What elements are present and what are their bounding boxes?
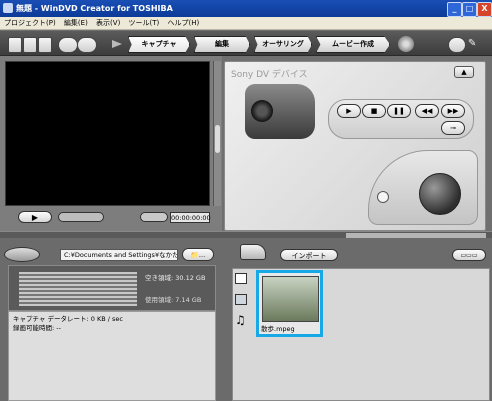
- toolbar: キャプチャ 編集 オーサリング ムービー作成 ✎: [0, 31, 492, 56]
- tab-authoring[interactable]: オーサリング: [254, 36, 312, 53]
- menu-tools[interactable]: ツール(T): [129, 19, 160, 27]
- device-title: Sony DV デバイス: [231, 70, 308, 80]
- used-space-label: 使用領域: 7.14 GB: [145, 296, 202, 304]
- window-title: 無題 - WinDVD Creator for TOSHIBA: [16, 4, 173, 13]
- title-bar: 無題 - WinDVD Creator for TOSHIBA _ □ X: [0, 0, 492, 17]
- image-filter-icon[interactable]: [235, 294, 247, 305]
- video-filter-icon[interactable]: [235, 273, 247, 284]
- device-record-button[interactable]: ⊸: [441, 121, 465, 135]
- tab-make-movie[interactable]: ムービー作成: [316, 36, 390, 53]
- device-stop-button[interactable]: ■: [362, 104, 386, 118]
- device-forward-button[interactable]: ▶▶: [441, 104, 465, 118]
- tab-edit[interactable]: 編集: [194, 36, 250, 53]
- audio-filter-icon[interactable]: ♫: [235, 313, 247, 327]
- close-button[interactable]: X: [477, 2, 492, 17]
- panel-divider: [0, 231, 492, 238]
- view-mode-button[interactable]: ▭▭▭: [452, 249, 486, 261]
- redo-button[interactable]: [77, 37, 97, 53]
- folder-path-field[interactable]: C:¥Documents and Settings¥なかた: [60, 249, 178, 261]
- new-project-button[interactable]: [8, 37, 22, 53]
- play-button[interactable]: ▶: [18, 211, 52, 223]
- step-button[interactable]: [140, 212, 168, 222]
- capture-rate-label: キャプチャ データレート: 0 KB / sec: [13, 315, 123, 323]
- import-button[interactable]: インポート: [280, 249, 338, 261]
- tools-icon: ✎: [468, 38, 477, 49]
- menu-help[interactable]: ヘルプ(H): [168, 19, 200, 27]
- device-play-button[interactable]: ▶: [337, 104, 361, 118]
- disk-usage-bars: [19, 272, 137, 306]
- arrow-right-icon: [112, 40, 122, 48]
- device-pause-button[interactable]: ❚❚: [387, 104, 411, 118]
- capture-button[interactable]: [419, 173, 461, 215]
- timecode-display: 00:00:00:00: [170, 212, 211, 223]
- device-rewind-button[interactable]: ◀◀: [415, 104, 439, 118]
- capture-info-panel: キャプチャ データレート: 0 KB / sec 録画可能時間: --: [8, 311, 216, 401]
- settings-button[interactable]: [448, 37, 466, 53]
- menu-view[interactable]: 表示(V): [96, 19, 120, 27]
- menu-project[interactable]: プロジェクト(P): [4, 19, 56, 27]
- preview-scrollbar[interactable]: [213, 61, 221, 206]
- menu-bar: プロジェクト(P) 編集(E) 表示(V) ツール(T) ヘルプ(H): [0, 17, 492, 30]
- disc-icon: [398, 36, 414, 52]
- media-item-selected[interactable]: 散歩.mpeg: [256, 270, 323, 337]
- tab-capture[interactable]: キャプチャ: [128, 36, 190, 53]
- minimize-button[interactable]: _: [447, 2, 462, 17]
- save-project-button[interactable]: [38, 37, 52, 53]
- app-icon: [3, 3, 13, 13]
- seek-slider[interactable]: [58, 212, 104, 222]
- power-indicator: [377, 191, 389, 203]
- open-project-button[interactable]: [23, 37, 37, 53]
- media-filename: 散歩.mpeg: [261, 325, 295, 333]
- drive-icon: [4, 247, 40, 262]
- disk-usage-panel: 空き領域: 30.12 GB 使用領域: 7.14 GB: [8, 265, 216, 311]
- video-preview: [5, 61, 210, 206]
- record-time-label: 録画可能時間: --: [13, 324, 61, 332]
- folder-icon[interactable]: [240, 244, 266, 260]
- menu-edit[interactable]: 編集(E): [64, 19, 88, 27]
- undo-button[interactable]: [58, 37, 78, 53]
- browse-folder-button[interactable]: 📁...: [182, 248, 214, 261]
- scrollbar-thumb[interactable]: [215, 125, 220, 153]
- transport-controls: ▶ ■ ❚❚ ◀◀ ▶▶ ⊸: [328, 99, 474, 139]
- media-thumbnail: [262, 276, 319, 322]
- free-space-label: 空き領域: 30.12 GB: [145, 274, 206, 282]
- camcorder-icon: [245, 84, 315, 139]
- maximize-button[interactable]: □: [462, 2, 477, 17]
- eject-icon[interactable]: ▲: [454, 66, 474, 78]
